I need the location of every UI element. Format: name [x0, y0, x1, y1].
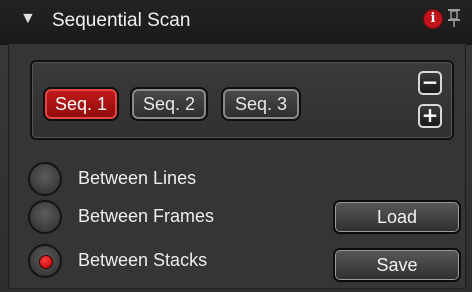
remove-sequence-button[interactable]: −	[418, 71, 442, 95]
mode-label[interactable]: Between Lines	[78, 168, 196, 189]
sequential-scan-panel: ▼ Sequential Scan i Seq. 1 Seq. 2 Seq. 3…	[0, 0, 472, 292]
add-sequence-button[interactable]: +	[418, 104, 442, 128]
collapse-arrow-icon[interactable]: ▼	[20, 10, 36, 28]
pin-icon[interactable]	[447, 8, 461, 28]
seq-3-button[interactable]: Seq. 3	[221, 87, 301, 121]
seq-2-button[interactable]: Seq. 2	[130, 87, 208, 121]
save-button[interactable]: Save	[333, 248, 461, 282]
load-button[interactable]: Load	[333, 200, 461, 234]
mode-label[interactable]: Between Stacks	[78, 250, 207, 271]
info-icon[interactable]: i	[423, 9, 443, 29]
radio-selected-dot-icon	[39, 255, 53, 269]
panel-header[interactable]: ▼ Sequential Scan i	[0, 0, 472, 45]
radio-button-selected[interactable]	[28, 244, 62, 278]
sequence-group: Seq. 1 Seq. 2 Seq. 3 − +	[30, 60, 454, 140]
radio-button[interactable]	[28, 162, 62, 196]
panel-title: Sequential Scan	[52, 10, 191, 31]
mode-label[interactable]: Between Frames	[78, 206, 214, 227]
radio-button[interactable]	[28, 200, 62, 234]
seq-1-button[interactable]: Seq. 1	[43, 87, 119, 121]
